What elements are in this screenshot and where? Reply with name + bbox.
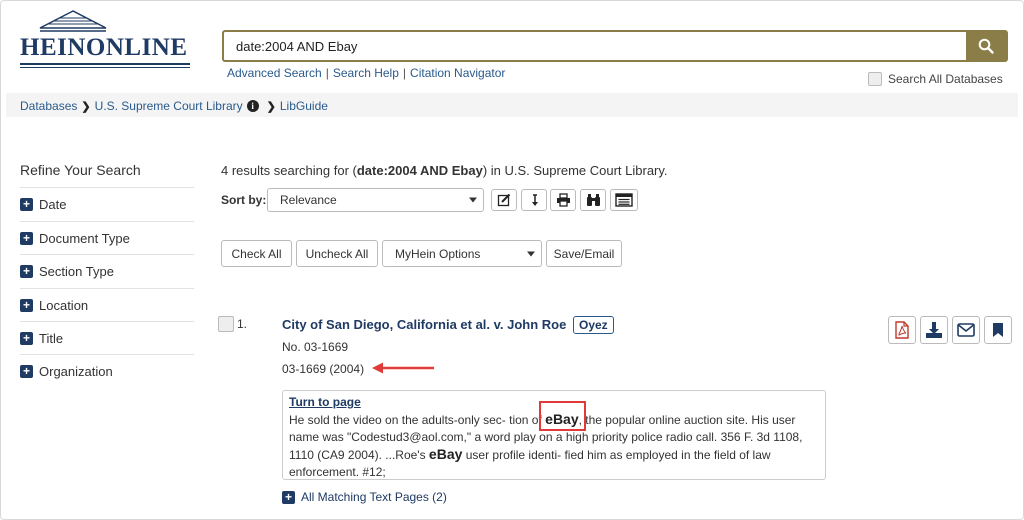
logo-rule [20, 63, 190, 65]
facet-location[interactable]: + Location [20, 288, 194, 321]
expand-icon: + [20, 331, 33, 345]
search-bar [222, 30, 1008, 62]
envelope-icon [957, 323, 975, 337]
list-view-icon [615, 193, 633, 207]
breadcrumb-libguide[interactable]: LibGuide [280, 99, 328, 113]
logo-text: HEINONLINE [20, 34, 188, 61]
sort-value: Relevance [280, 193, 337, 207]
sort-arrow-icon [532, 194, 538, 206]
breadcrumb: Databases ❯ U.S. Supreme Court Library i… [20, 99, 328, 113]
download-button[interactable] [920, 316, 948, 344]
chevron-down-icon [527, 251, 535, 256]
refine-title: Refine Your Search [20, 162, 141, 178]
result-title-link[interactable]: City of San Diego, California et al. v. … [282, 317, 566, 332]
search-button[interactable] [966, 32, 1006, 60]
facet-label: Title [39, 330, 64, 346]
snippet-highlight: eBay [428, 446, 463, 462]
result-number: 1. [237, 317, 248, 331]
results-count-text: 4 results searching for ( [221, 163, 357, 178]
logo-rule-thin [20, 67, 190, 68]
separator: | [325, 66, 329, 80]
myhein-options-value: MyHein Options [395, 246, 481, 261]
facet-label: Organization [39, 363, 113, 379]
download-icon [926, 322, 942, 338]
results-summary: 4 results searching for (date:2004 AND E… [221, 163, 668, 178]
facet-label: Section Type [39, 263, 114, 279]
results-suffix: ) in U.S. Supreme Court Library. [482, 163, 668, 178]
snippet-text: He sold the video on the adults-only sec… [289, 413, 546, 427]
expand-icon: + [20, 231, 33, 245]
search-help-link[interactable]: Search Help [333, 66, 399, 80]
sort-order-button[interactable] [521, 189, 547, 211]
email-button[interactable] [952, 316, 980, 344]
sort-label: Sort by: [221, 193, 267, 207]
print-icon [556, 193, 570, 207]
uncheck-all-button[interactable]: Uncheck All [296, 240, 378, 267]
search-icon [978, 38, 994, 54]
pdf-icon [895, 321, 909, 339]
expand-icon: + [20, 197, 33, 211]
facet-label: Location [39, 297, 89, 313]
view-list-button[interactable] [610, 189, 638, 211]
result-docket: No. 03-1669 [282, 340, 349, 354]
breadcrumb-databases[interactable]: Databases [20, 99, 77, 113]
search-all-checkbox[interactable] [868, 72, 882, 86]
info-icon[interactable]: i [246, 100, 259, 112]
search-all-databases[interactable]: Search All Databases [868, 72, 1003, 86]
heinonline-logo[interactable]: HEINONLINE [20, 10, 192, 70]
facet-label: Document Type [39, 230, 130, 246]
search-links: Advanced Search | Search Help | Citation Nav… [227, 66, 505, 80]
print-button[interactable] [550, 189, 576, 211]
annotation-arrow-icon [372, 362, 434, 374]
all-matching-pages-link[interactable]: + All Matching Text Pages (2) [282, 490, 447, 504]
chevron-right-icon: ❯ [266, 100, 276, 113]
check-all-button[interactable]: Check All [221, 240, 292, 267]
edit-button[interactable] [491, 189, 517, 211]
expand-icon: + [20, 364, 33, 378]
citation-navigator-link[interactable]: Citation Navigator [410, 66, 505, 80]
facet-section-type[interactable]: + Section Type [20, 254, 194, 287]
result-citation: 03-1669 (2004) [282, 362, 365, 376]
all-matching-label: All Matching Text Pages (2) [301, 490, 447, 504]
facet-label: Date [39, 196, 67, 212]
search-input[interactable] [224, 32, 968, 60]
breadcrumb-library[interactable]: U.S. Supreme Court Library [95, 99, 243, 113]
results-query: date:2004 AND Ebay [356, 163, 483, 178]
annotation-highlight-box [539, 401, 586, 431]
bookmark-button[interactable] [984, 316, 1012, 344]
expand-icon: + [20, 298, 33, 312]
facet-title[interactable]: + Title [20, 321, 194, 354]
facet-organization[interactable]: + Organization [20, 354, 194, 387]
advanced-search-link[interactable]: Advanced Search [227, 66, 322, 80]
edit-icon [497, 193, 511, 207]
save-email-button[interactable]: Save/Email [546, 240, 622, 267]
bookmark-icon [993, 323, 1003, 337]
search-all-label: Search All Databases [888, 72, 1003, 86]
chevron-down-icon [469, 197, 477, 203]
logo-building-icon [39, 10, 107, 32]
find-button[interactable] [580, 189, 606, 211]
expand-icon: + [20, 264, 33, 278]
facet-date[interactable]: + Date [20, 187, 194, 220]
oyez-badge[interactable]: Oyez [573, 316, 614, 334]
sort-select[interactable]: Relevance [267, 188, 484, 212]
pdf-button[interactable] [888, 316, 916, 344]
binoculars-icon [586, 194, 600, 206]
chevron-right-icon: ❯ [81, 100, 91, 113]
result-checkbox[interactable] [218, 316, 234, 332]
myhein-options-select[interactable]: MyHein Options [382, 240, 542, 267]
facet-document-type[interactable]: + Document Type [20, 221, 194, 254]
separator: | [402, 66, 407, 80]
expand-icon: + [282, 490, 295, 504]
